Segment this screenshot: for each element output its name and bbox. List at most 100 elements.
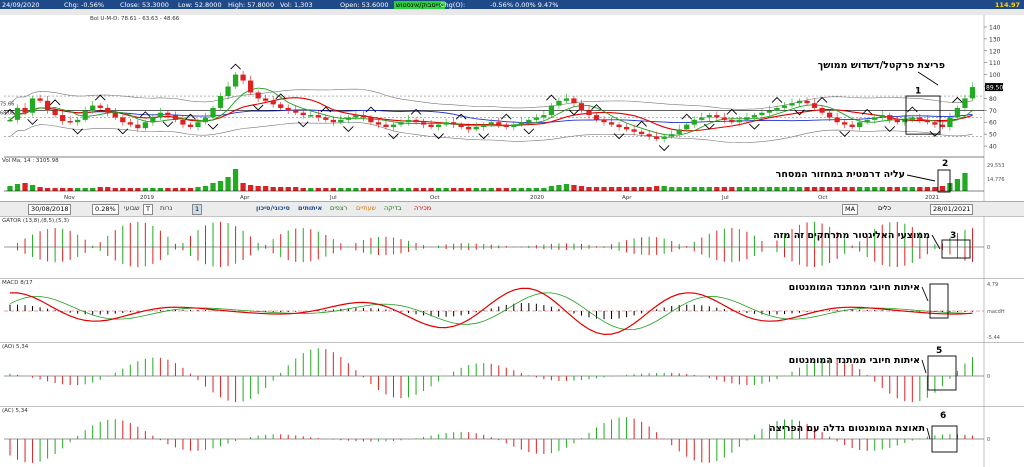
volume-bar bbox=[142, 188, 148, 191]
volume-bar bbox=[601, 187, 607, 191]
volume-bar bbox=[165, 188, 171, 191]
volume-bar bbox=[548, 186, 555, 191]
t-button[interactable]: T bbox=[143, 204, 153, 215]
volume-bar bbox=[608, 187, 615, 191]
volume-bar bbox=[315, 188, 321, 191]
test-button[interactable]: בדיקה bbox=[384, 204, 402, 213]
ma-button[interactable]: MA bbox=[842, 204, 859, 215]
gator-panel[interactable]: GATOR (13,8),(8,5),(5,3) 0 3 ממוצעי האליגטו… bbox=[0, 216, 1024, 278]
candle-body bbox=[571, 98, 577, 104]
candle-body bbox=[398, 122, 404, 125]
breakout-button[interactable]: שעתיים bbox=[356, 204, 376, 213]
last-price: 114.97 bbox=[994, 1, 1020, 9]
candle-body bbox=[60, 115, 66, 122]
volume-bar bbox=[353, 188, 359, 191]
volume-bar bbox=[195, 187, 201, 191]
symbol-highlight: פייסבוק/אינסטוש bbox=[394, 1, 445, 9]
volume-bar bbox=[308, 188, 314, 191]
macd-panel[interactable]: MACD 8/17 4.79 macdH -5.44 4 איתות חיובי ממתנ… bbox=[0, 278, 1024, 342]
period-weekly[interactable]: שבועי bbox=[124, 204, 140, 213]
volume-bar bbox=[774, 187, 780, 191]
volume-bar bbox=[563, 184, 570, 191]
candle-body bbox=[954, 107, 961, 118]
candle-body bbox=[202, 117, 209, 123]
start-date-field[interactable]: 30/08/2018 bbox=[28, 204, 72, 215]
volume-bar bbox=[278, 187, 284, 191]
candle-body bbox=[879, 115, 885, 118]
volume-bar bbox=[736, 187, 743, 191]
volume-bar bbox=[714, 187, 720, 191]
candle-body bbox=[563, 98, 570, 101]
volume-bar bbox=[150, 188, 156, 191]
volume-bar bbox=[44, 188, 51, 191]
candle-body bbox=[165, 112, 171, 116]
period-candles[interactable]: נרות bbox=[160, 204, 172, 213]
volume-bar bbox=[887, 187, 893, 191]
volume-bar bbox=[638, 187, 645, 191]
price-volume-chart[interactable]: 140130120110100908070605040Bol U-M-D: 78… bbox=[0, 15, 1024, 201]
annotation-num-1: 1 bbox=[915, 87, 921, 97]
ao-panel[interactable]: (AO) 5,34 0 5 איתות חיובי ממתנד המומנטום bbox=[0, 342, 1024, 406]
annotation-num-3: 3 bbox=[950, 231, 956, 241]
volume-bar bbox=[466, 188, 472, 191]
sale-button[interactable]: מכירה bbox=[414, 204, 431, 213]
identifications-button[interactable]: איתותים bbox=[298, 204, 322, 213]
annotation-num-6: 6 bbox=[940, 411, 946, 421]
indicator-axis-label: -5.44 bbox=[987, 335, 1000, 341]
indicator-label: GATOR (13,8),(8,5),(5,3) bbox=[2, 218, 69, 224]
volume-bar bbox=[796, 187, 803, 191]
volume-bar bbox=[67, 188, 73, 191]
ac-panel[interactable]: (AC) 5,34 0 6 תאוצת המומנטום גדלה עם הפריצה bbox=[0, 406, 1024, 467]
volume-bar bbox=[75, 188, 81, 191]
candle-body bbox=[112, 112, 118, 118]
end-date-field[interactable]: 28/01/2021 bbox=[930, 204, 974, 215]
volume-bar bbox=[751, 187, 758, 191]
signals-button[interactable]: סיכוני/סיכון bbox=[256, 204, 290, 213]
candle-body bbox=[187, 124, 194, 127]
candle-body bbox=[278, 104, 284, 108]
colors-button[interactable]: רצפים bbox=[330, 204, 347, 213]
num-field[interactable]: 1 bbox=[192, 204, 203, 215]
volume-bar bbox=[247, 185, 254, 191]
candle-body bbox=[947, 117, 953, 127]
candle-body bbox=[631, 129, 637, 132]
candle-body bbox=[729, 119, 735, 123]
volume-bar bbox=[631, 187, 637, 191]
candle-body bbox=[217, 96, 224, 108]
panel-bg bbox=[0, 406, 1024, 467]
volume-bar bbox=[872, 187, 878, 191]
volume-bar bbox=[112, 188, 118, 191]
annotation-text-1: פריצת פרקטל/דשדוש ממושך bbox=[818, 60, 945, 71]
volume-bar bbox=[180, 188, 186, 191]
volume-bar bbox=[97, 187, 103, 191]
volume-bar bbox=[330, 188, 336, 191]
y-tick-label: 80 bbox=[989, 96, 997, 103]
volume-bar bbox=[684, 187, 690, 191]
candle-body bbox=[766, 110, 773, 113]
candle-body bbox=[511, 124, 517, 127]
chg-o: Chg(O): bbox=[440, 1, 466, 9]
volume-bar bbox=[759, 187, 765, 191]
volume-axis-label: 29,553 bbox=[987, 163, 1005, 169]
candle-body bbox=[849, 124, 855, 127]
candle-body bbox=[721, 117, 727, 120]
volume-info: Vol Ma, 14 : 3105.98 bbox=[2, 158, 59, 164]
volume-bar bbox=[691, 187, 697, 191]
y-tick-label: 110 bbox=[989, 60, 1001, 67]
candle-body bbox=[796, 100, 803, 104]
y-tick-label: 130 bbox=[989, 36, 1001, 43]
candle-body bbox=[789, 103, 795, 106]
candle-body bbox=[7, 119, 13, 122]
candle-body bbox=[578, 103, 585, 111]
candle-body bbox=[593, 115, 600, 120]
open: Open: 53.6000 bbox=[340, 1, 389, 9]
pct-field[interactable]: 0.28% bbox=[92, 204, 119, 215]
volume-bar bbox=[526, 188, 532, 191]
volume-bar bbox=[60, 188, 66, 191]
candle-body bbox=[541, 115, 547, 118]
colors-label[interactable]: כלים bbox=[878, 204, 891, 213]
candle-body bbox=[195, 122, 201, 127]
candle-body bbox=[533, 117, 539, 120]
volume-bar bbox=[496, 188, 502, 191]
candle-body bbox=[857, 122, 863, 127]
